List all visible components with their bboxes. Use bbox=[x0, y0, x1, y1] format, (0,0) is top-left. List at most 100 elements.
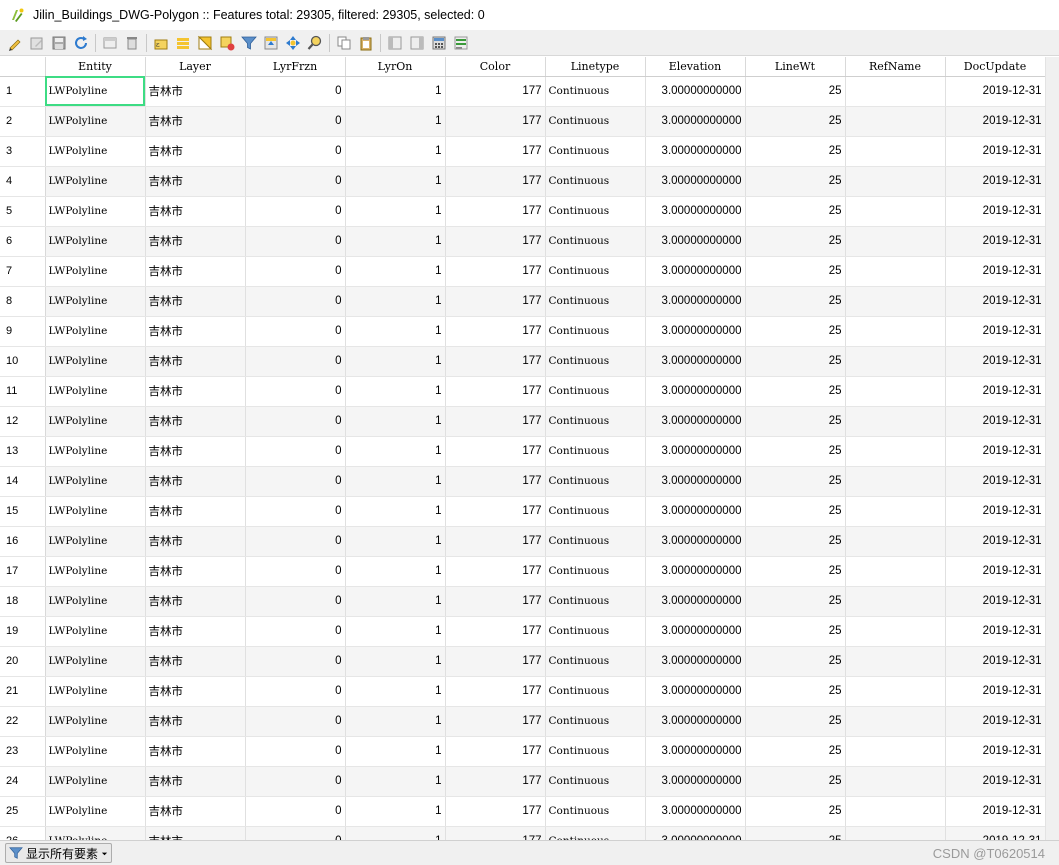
cell-docupdate[interactable]: 2019-12-31 bbox=[945, 466, 1045, 497]
cell-entity[interactable]: LWPolyline bbox=[45, 496, 146, 527]
cell-linewt[interactable]: 25 bbox=[745, 736, 846, 767]
table-row[interactable]: 15 LWPolyline 吉林市 0 1 177 Continuous 3.00000000… bbox=[0, 496, 1045, 527]
cell-lyron[interactable]: 1 bbox=[345, 676, 446, 707]
cell-refname[interactable] bbox=[845, 166, 946, 197]
cell-color[interactable]: 177 bbox=[445, 706, 546, 737]
table-row[interactable]: 9 LWPolyline 吉林市 0 1 177 Continuous 3.000000000… bbox=[0, 316, 1045, 347]
cell-linetype[interactable]: Continuous bbox=[545, 106, 646, 137]
table-row[interactable]: 22 LWPolyline 吉林市 0 1 177 Continuous 3.00000000… bbox=[0, 706, 1045, 737]
cell-color[interactable]: 177 bbox=[445, 556, 546, 587]
cell-layer[interactable]: 吉林市 bbox=[145, 616, 246, 647]
filter-select-button[interactable] bbox=[238, 32, 260, 54]
cell-linetype[interactable]: Continuous bbox=[545, 136, 646, 167]
column-header-entity[interactable]: Entity bbox=[45, 57, 146, 77]
cell-layer[interactable]: 吉林市 bbox=[145, 646, 246, 677]
cell-layer[interactable]: 吉林市 bbox=[145, 346, 246, 377]
cell-color[interactable]: 177 bbox=[445, 766, 546, 797]
cell-elevation[interactable]: 3.00000000000 bbox=[645, 646, 746, 677]
cell-layer[interactable]: 吉林市 bbox=[145, 76, 246, 107]
table-row[interactable]: 26LWPolyline吉林市01177Continuous3.00000000… bbox=[0, 826, 1045, 840]
cell-linetype[interactable]: Continuous bbox=[545, 826, 646, 840]
corner-header[interactable] bbox=[0, 57, 46, 77]
cell-docupdate[interactable]: 2019-12-31 bbox=[945, 256, 1045, 287]
cell-elevation[interactable]: 3.00000000000 bbox=[645, 526, 746, 557]
cell-lyrfrzn[interactable]: 0 bbox=[245, 436, 346, 467]
cell-color[interactable]: 177 bbox=[445, 346, 546, 377]
column-header-layer[interactable]: Layer bbox=[145, 57, 246, 77]
cell-color[interactable]: 177 bbox=[445, 106, 546, 137]
cell-linetype[interactable]: Continuous bbox=[545, 406, 646, 437]
cell-linewt[interactable]: 25 bbox=[745, 106, 846, 137]
cell-color[interactable]: 177 bbox=[445, 586, 546, 617]
cell-docupdate[interactable]: 2019-12-31 bbox=[945, 556, 1045, 587]
cell-lyrfrzn[interactable]: 0 bbox=[245, 466, 346, 497]
row-number-header[interactable]: 24 bbox=[0, 766, 46, 797]
cell-entity[interactable]: LWPolyline bbox=[45, 76, 146, 107]
column-header-docupdate[interactable]: DocUpdate bbox=[945, 57, 1045, 77]
cell-elevation[interactable]: 3.00000000000 bbox=[645, 136, 746, 167]
cell-linetype[interactable]: Continuous bbox=[545, 706, 646, 737]
cell-linetype[interactable]: Continuous bbox=[545, 286, 646, 317]
cell-lyrfrzn[interactable]: 0 bbox=[245, 286, 346, 317]
row-number-header[interactable]: 1 bbox=[0, 76, 46, 107]
cell-layer[interactable]: 吉林市 bbox=[145, 166, 246, 197]
cell-lyrfrzn[interactable]: 0 bbox=[245, 316, 346, 347]
row-number-header[interactable]: 14 bbox=[0, 466, 46, 497]
cell-lyrfrzn[interactable]: 0 bbox=[245, 106, 346, 137]
cell-refname[interactable] bbox=[845, 556, 946, 587]
cell-lyron[interactable]: 1 bbox=[345, 466, 446, 497]
row-number-header[interactable]: 12 bbox=[0, 406, 46, 437]
row-number-header[interactable]: 17 bbox=[0, 556, 46, 587]
cell-linewt[interactable]: 25 bbox=[745, 406, 846, 437]
cell-linewt[interactable]: 25 bbox=[745, 826, 846, 840]
new-field-button[interactable] bbox=[384, 32, 406, 54]
cell-entity[interactable]: LWPolyline bbox=[45, 646, 146, 677]
cell-linewt[interactable]: 25 bbox=[745, 496, 846, 527]
cell-lyron[interactable]: 1 bbox=[345, 376, 446, 407]
row-number-header[interactable]: 13 bbox=[0, 436, 46, 467]
copy-rows-button[interactable] bbox=[333, 32, 355, 54]
cell-refname[interactable] bbox=[845, 676, 946, 707]
cell-elevation[interactable]: 3.00000000000 bbox=[645, 736, 746, 767]
cell-color[interactable]: 177 bbox=[445, 286, 546, 317]
cell-lyrfrzn[interactable]: 0 bbox=[245, 526, 346, 557]
cell-color[interactable]: 177 bbox=[445, 826, 546, 840]
cell-lyron[interactable]: 1 bbox=[345, 316, 446, 347]
cell-lyrfrzn[interactable]: 0 bbox=[245, 346, 346, 377]
cell-elevation[interactable]: 3.00000000000 bbox=[645, 76, 746, 107]
toggle-multi-edit-button[interactable] bbox=[26, 32, 48, 54]
cell-linetype[interactable]: Continuous bbox=[545, 316, 646, 347]
cell-color[interactable]: 177 bbox=[445, 76, 546, 107]
vertical-scrollbar[interactable] bbox=[1045, 57, 1059, 840]
delete-features-button[interactable] bbox=[121, 32, 143, 54]
cell-docupdate[interactable]: 2019-12-31 bbox=[945, 226, 1045, 257]
cell-elevation[interactable]: 3.00000000000 bbox=[645, 466, 746, 497]
cell-lyron[interactable]: 1 bbox=[345, 436, 446, 467]
cell-refname[interactable] bbox=[845, 436, 946, 467]
cell-refname[interactable] bbox=[845, 256, 946, 287]
cell-color[interactable]: 177 bbox=[445, 466, 546, 497]
attribute-table[interactable]: Entity Layer LyrFrzn LyrOn Color Linetype Elev… bbox=[0, 57, 1045, 840]
cell-linewt[interactable]: 25 bbox=[745, 466, 846, 497]
cell-linewt[interactable]: 25 bbox=[745, 796, 846, 827]
cell-docupdate[interactable]: 2019-12-31 bbox=[945, 346, 1045, 377]
cell-layer[interactable]: 吉林市 bbox=[145, 706, 246, 737]
cell-elevation[interactable]: 3.00000000000 bbox=[645, 586, 746, 617]
table-row[interactable]: 20 LWPolyline 吉林市 0 1 177 Continuous 3.00000000… bbox=[0, 646, 1045, 677]
cell-refname[interactable] bbox=[845, 76, 946, 107]
cell-docupdate[interactable]: 2019-12-31 bbox=[945, 196, 1045, 227]
table-row[interactable]: 19 LWPolyline 吉林市 0 1 177 Continuous 3.00000000… bbox=[0, 616, 1045, 647]
cell-lyrfrzn[interactable]: 0 bbox=[245, 376, 346, 407]
row-number-header[interactable]: 5 bbox=[0, 196, 46, 227]
cell-docupdate[interactable]: 2019-12-31 bbox=[945, 586, 1045, 617]
cell-entity[interactable]: LWPolyline bbox=[45, 796, 146, 827]
cell-entity[interactable]: LWPolyline bbox=[45, 106, 146, 137]
cell-entity[interactable]: LWPolyline bbox=[45, 346, 146, 377]
cell-linewt[interactable]: 25 bbox=[745, 436, 846, 467]
cell-elevation[interactable]: 3.00000000000 bbox=[645, 316, 746, 347]
cell-lyrfrzn[interactable]: 0 bbox=[245, 796, 346, 827]
cell-lyron[interactable]: 1 bbox=[345, 406, 446, 437]
cell-layer[interactable]: 吉林市 bbox=[145, 586, 246, 617]
cell-entity[interactable]: LWPolyline bbox=[45, 166, 146, 197]
table-row[interactable]: 1 LWPolyline 吉林市 0 1 177 Continuous 3.000000000… bbox=[0, 76, 1045, 107]
